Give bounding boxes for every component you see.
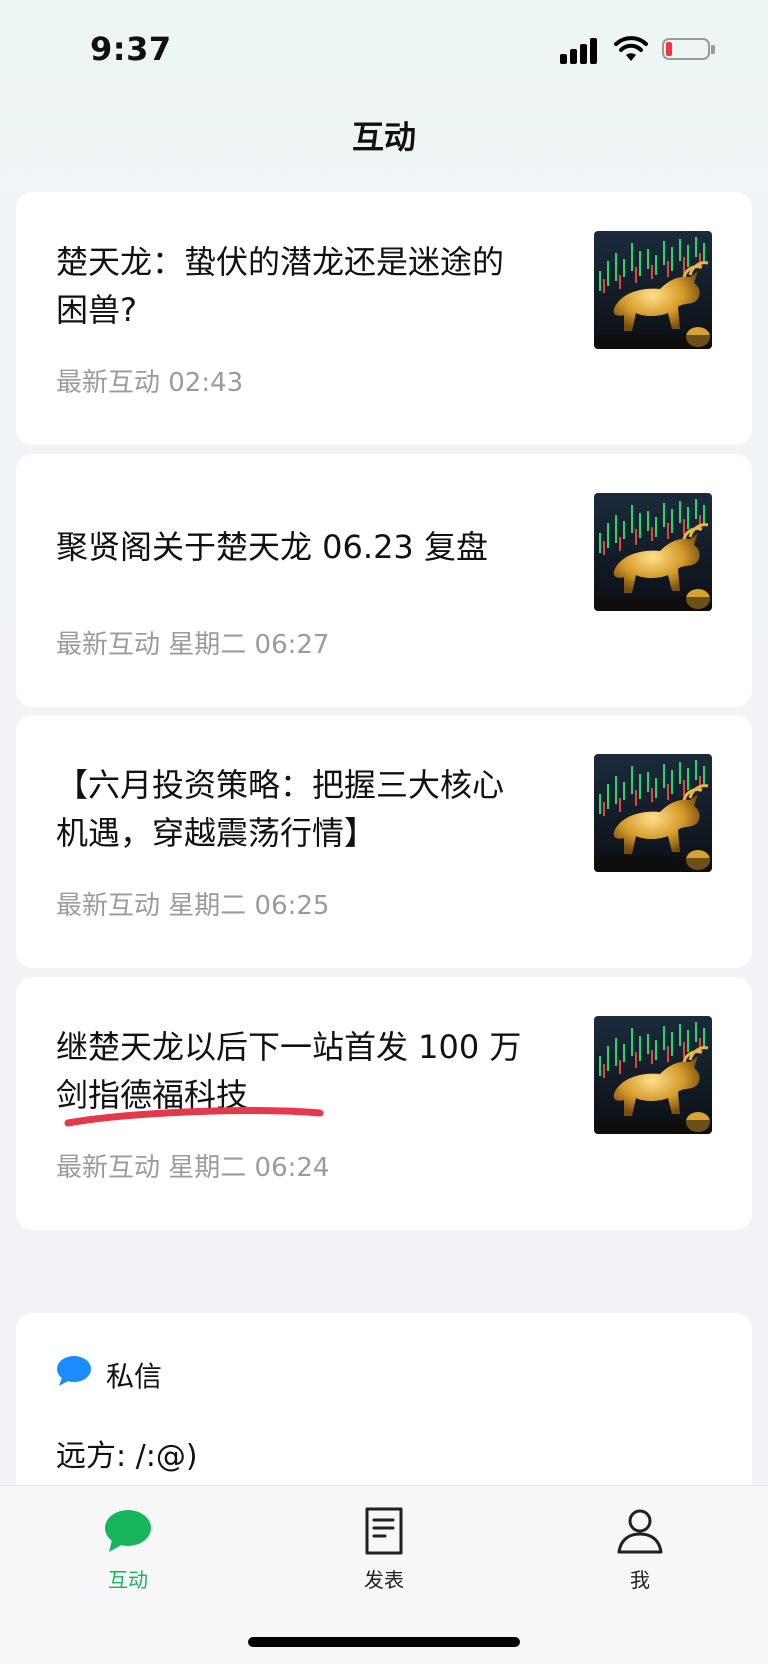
- post-title: 【六月投资策略：把握三大核心 机遇，穿越震荡行情】: [56, 766, 505, 852]
- post-card[interactable]: 继楚天龙以后下一站首发 100 万剑指德福科技 最新互动 星期二 06:24: [16, 977, 752, 1230]
- post-meta: 最新互动 星期二 06:25: [56, 891, 330, 921]
- document-icon: [365, 1507, 403, 1555]
- message-bubble-icon: [57, 1356, 91, 1386]
- battery-icon: [662, 38, 716, 62]
- status-bar: 9:37: [0, 0, 768, 100]
- dm-preview[interactable]: 远方: /:@): [56, 1431, 198, 1475]
- golden-bull-thumbnail: [594, 231, 712, 349]
- tab-label: 发表: [364, 1568, 404, 1592]
- post-title: 聚贤阁关于楚天龙 06.23 复盘: [56, 528, 488, 566]
- wifi-icon: [614, 36, 648, 61]
- tab-publish[interactable]: 发表: [324, 1506, 444, 1616]
- home-indicator: [248, 1637, 520, 1647]
- post-meta: 最新互动 星期二 06:27: [56, 630, 330, 660]
- direct-messages-card[interactable]: 私信 远方: /:@): [16, 1313, 752, 1513]
- person-icon: [617, 1509, 663, 1554]
- golden-bull-thumbnail: [594, 493, 712, 611]
- red-underline-annotation: [64, 1107, 324, 1127]
- post-meta: 最新互动 02:43: [56, 368, 244, 398]
- cellular-signal-icon: [560, 38, 600, 64]
- post-card[interactable]: 聚贤阁关于楚天龙 06.23 复盘 最新互动 星期二 06:27: [16, 454, 752, 707]
- post-meta: 最新互动 星期二 06:24: [56, 1153, 330, 1183]
- post-card[interactable]: 【六月投资策略：把握三大核心 机遇，穿越震荡行情】 最新互动 星期二 06:25: [16, 715, 752, 968]
- post-card[interactable]: 楚天龙：蛰伏的潜龙还是迷途的 困兽? 最新互动 02:43: [16, 192, 752, 445]
- golden-bull-thumbnail: [594, 1016, 712, 1134]
- tab-label: 我: [630, 1568, 650, 1592]
- dm-header: 私信: [106, 1360, 163, 1393]
- post-title: 楚天龙：蛰伏的潜龙还是迷途的 困兽?: [56, 243, 505, 329]
- tab-interaction[interactable]: 互动: [68, 1506, 188, 1616]
- tab-label: 互动: [108, 1568, 148, 1592]
- page-title: 互动: [351, 118, 416, 156]
- tab-me[interactable]: 我: [580, 1506, 700, 1616]
- chat-bubble-icon: [105, 1510, 151, 1552]
- status-time: 9:37: [90, 30, 172, 68]
- golden-bull-thumbnail: [594, 754, 712, 872]
